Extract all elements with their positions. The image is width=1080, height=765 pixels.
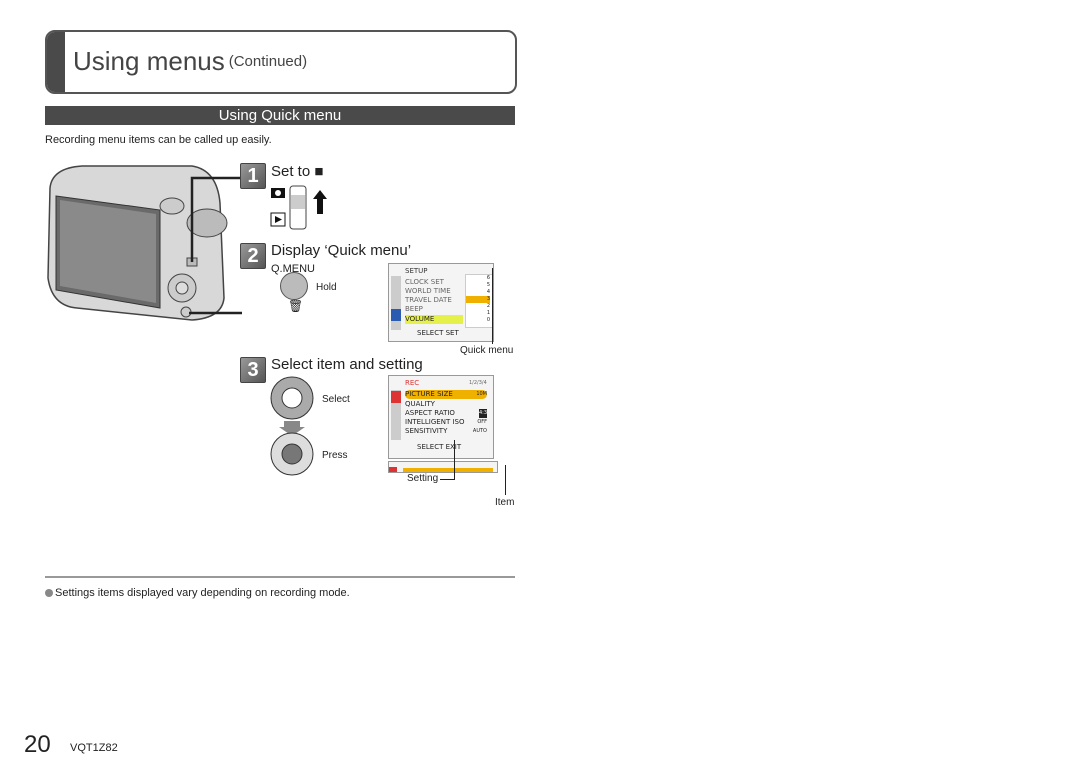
setting-callout: Setting [407,473,439,484]
quick-menu-callout: Quick menu [460,345,514,356]
rec-item: SENSITIVITY AUTO [405,427,487,435]
step-2-badge: 2 [240,243,266,269]
divider [45,576,515,578]
rec-header: REC [405,379,420,387]
rec-screen: REC 1/2/3/4 PICTURE SIZE 10M QUALITY ASP… [388,375,494,459]
item-callout: Item [495,497,515,508]
menu-tabs [391,276,401,330]
item-callout-line [505,465,506,495]
rec-item-selected: PICTURE SIZE 10M [405,390,487,399]
rec-screen-detail-strip [388,461,498,473]
bullet-icon [45,589,53,597]
arrow-up-icon [313,190,327,214]
step-1-title-text: Set to [271,163,311,180]
setting-callout-line [454,440,455,480]
setup-item: TRAVEL DATE [405,296,452,304]
callout-line [492,268,493,344]
intro-text: Recording menu items can be called up ea… [45,134,272,146]
press-label: Press [322,450,348,461]
select-label: Select [322,394,350,405]
setup-item: CLOCK SET [405,278,444,286]
rec-item: INTELLIGENT ISO OFF [405,418,487,426]
trash-icon: 🗑 [288,299,304,313]
step-2-title: Display ‘Quick menu’ [271,242,412,259]
camera-icon: ■ [314,163,324,180]
rec-item: QUALITY [405,400,435,408]
setup-item: BEEP [405,305,423,313]
setup-header: SETUP [405,267,428,275]
camera-illustration [47,165,242,321]
page-title-text: Using menus [73,46,225,76]
note-text: Settings items displayed vary depending … [55,587,350,599]
title-accent-bar [47,32,65,92]
document-code: VQT1Z82 [70,742,118,754]
page-title-box: Using menus (Continued) [45,30,517,94]
page-number: 20 [24,731,51,758]
step-1-title: Set to ■ [271,163,323,180]
setup-item: WORLD TIME [405,287,451,295]
step-3-badge: 3 [240,357,266,383]
qmenu-button[interactable] [280,272,308,300]
setup-screen: SETUP CLOCK SET WORLD TIME TRAVEL DATE B… [388,263,494,342]
mode-switch-illustration [270,185,327,230]
note: Settings items displayed vary depending … [45,587,350,599]
cursor-buttons-illustration [270,376,314,476]
hold-label: Hold [316,282,337,293]
volume-level-list: 6543210 [465,274,493,328]
page-subtitle: (Continued) [228,53,308,70]
page-title: Using menus (Continued) [73,46,307,77]
rec-item: ASPECT RATIO 4:3 [405,409,487,418]
rec-tab-icon [391,391,401,403]
rec-page-indicator: 1/2/3/4 [469,380,487,386]
step-1-badge: 1 [240,163,266,189]
setup-item-selected: VOLUME [405,315,463,324]
setup-footer: SELECT SET [417,329,459,337]
section-heading: Using Quick menu [45,106,515,125]
step-3-title: Select item and setting [271,356,423,373]
setup-tab-icon [391,309,401,321]
